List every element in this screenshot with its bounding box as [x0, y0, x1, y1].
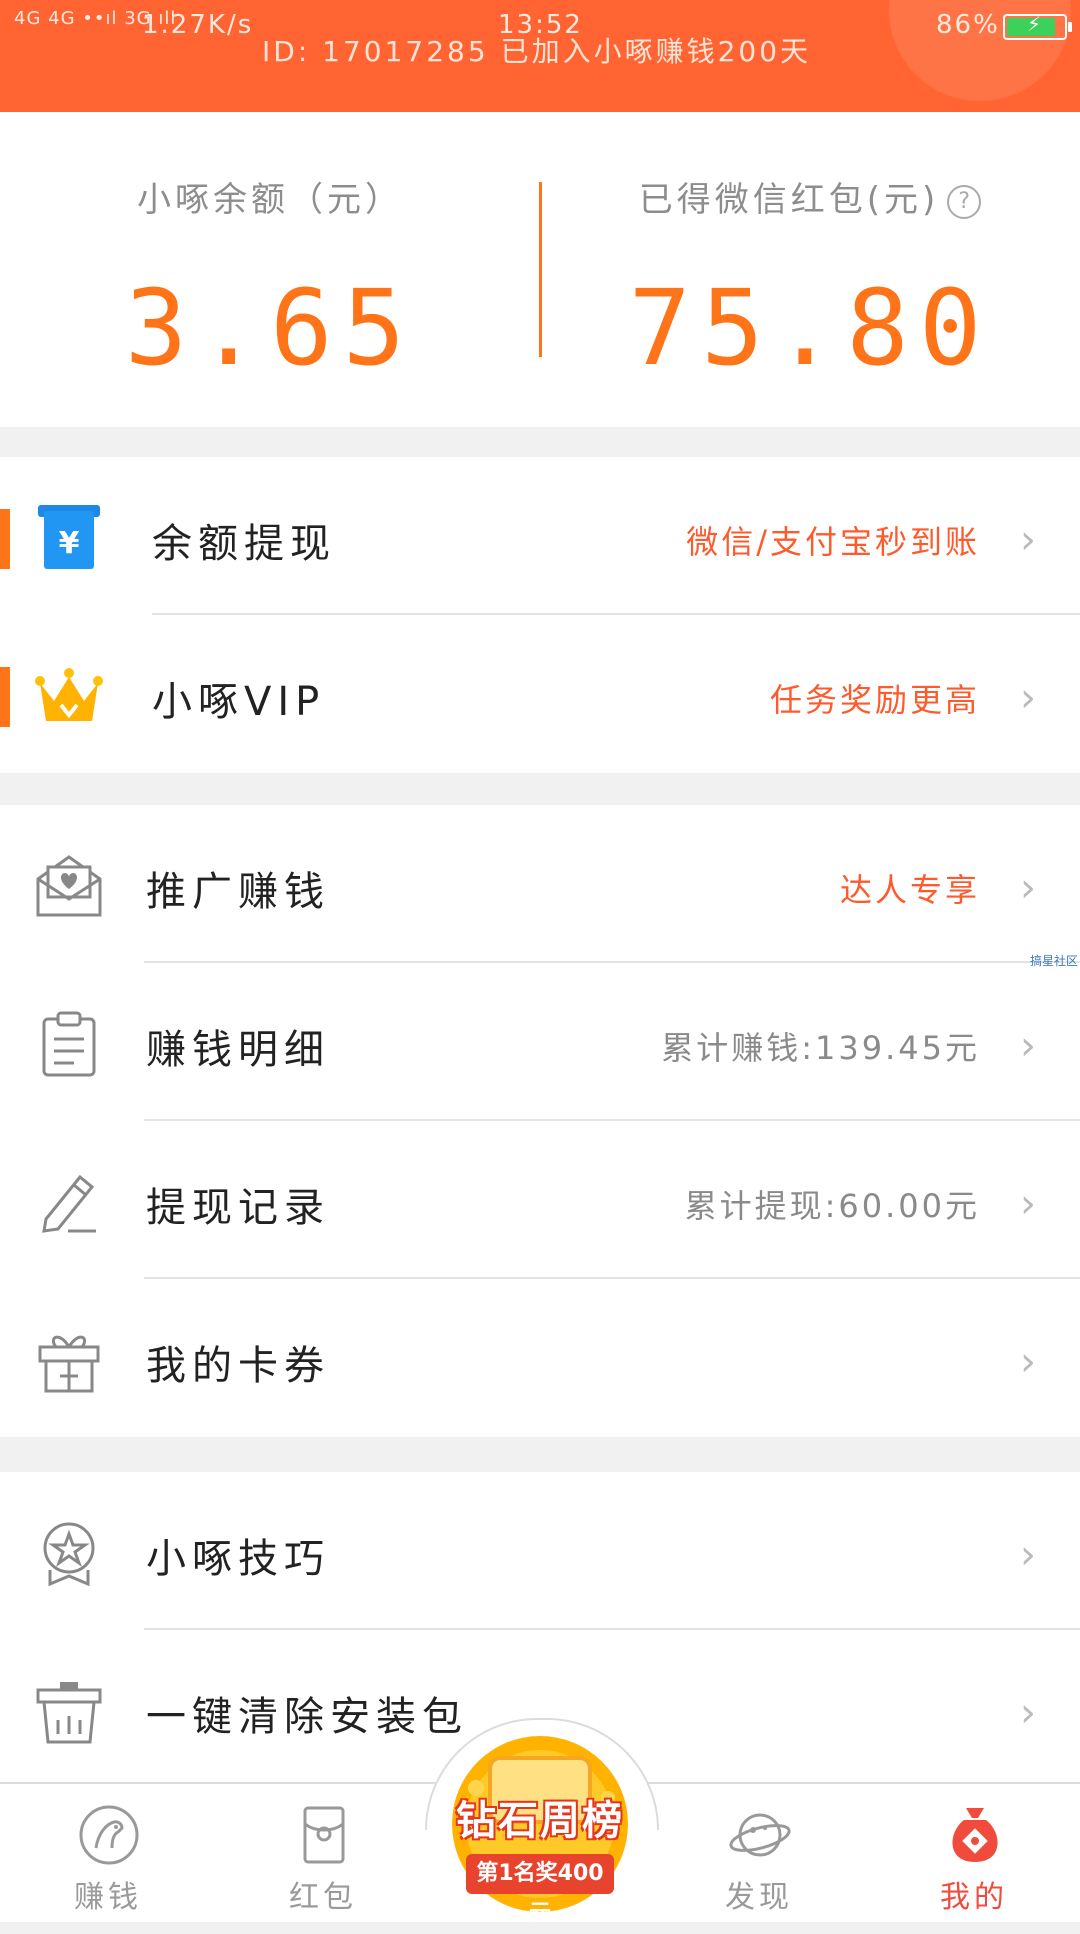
menu-row-earnings-detail[interactable]: 赚钱明细 累计赚钱:139.45元 ›: [0, 963, 1080, 1121]
envelope-heart-icon: [36, 855, 102, 917]
gift-icon: [38, 1335, 100, 1393]
menu-hint: 任务奖励更高: [769, 681, 980, 719]
tab-mine[interactable]: 我的: [904, 1784, 1044, 1922]
chevron-right-icon: ›: [1020, 865, 1036, 911]
menu-group-primary: ¥ 余额提现 微信/支付宝秒到账 › 小啄VIP 任务奖励更高 ›: [0, 457, 1080, 773]
row-accent-bar: [0, 667, 10, 727]
tab-earn[interactable]: 赚钱: [38, 1784, 178, 1922]
menu-hint: 累计提现:60.00元: [684, 1187, 980, 1225]
chevron-right-icon: ›: [1020, 675, 1036, 721]
menu-hint: 微信/支付宝秒到账: [686, 523, 980, 561]
watermark-text: 搞星社区: [1030, 954, 1079, 968]
wechat-redpacket-value: 75.80: [628, 267, 992, 389]
network-speed: 1.27K/s: [142, 10, 254, 40]
balance-column[interactable]: 小啄余额（元） 3.65: [0, 112, 540, 427]
wechat-redpacket-column[interactable]: 已得微信红包(元)? 75.80: [540, 112, 1080, 427]
menu-hint: 达人专享: [839, 871, 980, 909]
chevron-right-icon: ›: [1020, 517, 1036, 563]
chevron-right-icon: ›: [1020, 1532, 1036, 1578]
menu-row-withdraw[interactable]: ¥ 余额提现 微信/支付宝秒到账 ›: [0, 457, 1080, 615]
chevron-right-icon: ›: [1020, 1339, 1036, 1385]
trash-icon: [36, 1682, 102, 1744]
money-bag-icon: [952, 1808, 998, 1862]
menu-row-withdraw-history[interactable]: 提现记录 累计提现:60.00元 ›: [0, 1121, 1080, 1279]
battery-percent: 86%: [936, 10, 1000, 40]
menu-hint: 累计赚钱:139.45元: [661, 1029, 980, 1067]
medal-star-icon: [43, 1522, 95, 1587]
menu-label: 余额提现: [152, 521, 336, 567]
menu-group-earnings: 推广赚钱 达人专享 › 赚钱明细 累计赚钱:139.45元 › 提现记录 累计提…: [0, 805, 1080, 1437]
menu-row-tips[interactable]: 小啄技巧 ›: [0, 1472, 1080, 1630]
crown-vip-icon: [35, 668, 103, 721]
tab-discover[interactable]: 发现: [689, 1784, 829, 1922]
withdraw-yen-icon: ¥: [38, 505, 100, 569]
tab-redpacket[interactable]: 红包: [253, 1784, 393, 1922]
promo-title: 钻石周榜: [456, 1798, 624, 1844]
menu-label: 小啄VIP: [152, 679, 326, 725]
menu-row-vip[interactable]: 小啄VIP 任务奖励更高 ›: [0, 615, 1080, 773]
tab-label: 赚钱: [74, 1880, 142, 1915]
menu-label: 赚钱明细: [146, 1027, 330, 1073]
menu-label: 提现记录: [146, 1185, 330, 1231]
tab-label: 发现: [725, 1880, 793, 1915]
svg-text:¥: ¥: [59, 526, 80, 561]
menu-label: 小啄技巧: [146, 1536, 330, 1582]
menu-label: 推广赚钱: [146, 869, 330, 915]
balance-card: 小啄余额（元） 3.65 已得微信红包(元)? 75.80: [0, 112, 1080, 427]
wechat-redpacket-label: 已得微信红包(元)?: [540, 172, 1080, 221]
tab-label: 我的: [940, 1880, 1008, 1915]
menu-row-coupons[interactable]: 我的卡券 ›: [0, 1279, 1080, 1437]
wechat-redpacket-label-text: 已得微信红包(元): [638, 180, 940, 220]
chevron-right-icon: ›: [1020, 1690, 1036, 1736]
balance-value: 3.65: [124, 267, 416, 389]
planet-icon: [729, 1813, 791, 1857]
menu-label: 我的卡券: [146, 1343, 330, 1389]
balance-label: 小啄余额（元）: [137, 180, 403, 220]
bird-icon: [79, 1805, 139, 1865]
clipboard-icon: [42, 1011, 96, 1077]
top-header: 4G 4G ••ıl 3G ıll 1.27K/s 13:52 86% ⚡ ID…: [0, 0, 1080, 112]
weekly-ranking-promo-button[interactable]: 钻石周榜 第1名奖400元: [432, 1724, 648, 1926]
menu-row-promote[interactable]: 推广赚钱 达人专享 ›: [0, 805, 1080, 963]
menu-label: 一键清除安装包: [146, 1694, 468, 1740]
tab-label: 红包: [289, 1880, 357, 1915]
row-accent-bar: [0, 509, 10, 569]
help-icon[interactable]: ?: [947, 184, 982, 219]
chevron-right-icon: ›: [1020, 1023, 1036, 1069]
red-packet-icon: [303, 1806, 345, 1864]
battery-icon: ⚡: [1003, 12, 1072, 40]
chevron-right-icon: ›: [1020, 1181, 1036, 1227]
promo-subtitle: 第1名奖400元: [466, 1854, 614, 1926]
pencil-icon: [42, 1174, 96, 1233]
user-id-line: ID: 17017285 已加入小啄赚钱200天: [262, 35, 812, 68]
